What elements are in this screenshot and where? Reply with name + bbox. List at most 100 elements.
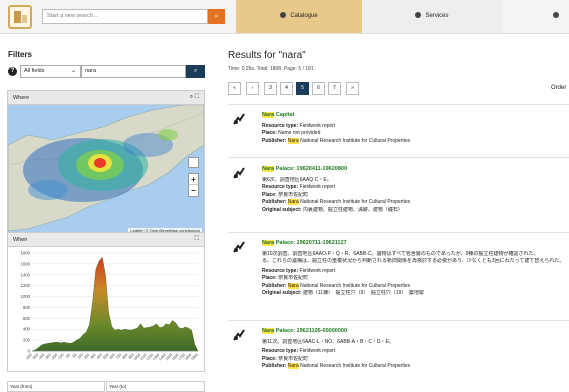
- page-button[interactable]: 7: [328, 82, 341, 95]
- result-original-subject: Original subject: 内裏建物、掘立柱建物、溝跡、建物（礎石）: [262, 207, 567, 215]
- place-value: Name not provided: [278, 130, 321, 136]
- map-view[interactable]: + − Leaflet | © OpenStreetMap contributo…: [8, 105, 204, 234]
- page-button[interactable]: 4: [280, 82, 293, 95]
- excavation-icon: [233, 329, 245, 341]
- place-value: 奈良市佐紀町: [278, 275, 309, 281]
- zoom-in-button[interactable]: +: [189, 174, 198, 185]
- y-tick-label: 1600: [21, 261, 31, 266]
- page-number: 7: [333, 85, 336, 91]
- zoom-control: + −: [188, 173, 199, 197]
- resource-type-value: Fieldwork report: [299, 184, 336, 190]
- page-number: 6: [317, 85, 320, 91]
- top-bar: Start a new search... ⌕ Catalogue Servic…: [0, 0, 569, 34]
- tab-services-label: Services: [425, 13, 449, 19]
- place-label: Place:: [262, 191, 279, 198]
- result-title[interactable]: Nara Palace: 19620411-19620800: [262, 166, 567, 174]
- page-first-label: «: [233, 85, 236, 91]
- when-chart[interactable]: 0 200 400 600 800 1000 1200 1400 1600 1800 -650 -55…: [8, 247, 204, 371]
- divider: [228, 104, 569, 105]
- excavation-icon: [233, 113, 245, 125]
- y-tick-label: 1000: [21, 294, 31, 299]
- y-tick-label: 1400: [21, 272, 31, 277]
- zoom-out-button[interactable]: −: [189, 185, 198, 196]
- original-subject-label: Original subject:: [262, 206, 303, 213]
- year-to-field[interactable]: Year (to): [106, 381, 205, 392]
- original-subject-value: 建物（11棟） 掘立柱穴（9） 掘立柱穴（19） 築地塀: [302, 290, 424, 296]
- result-title[interactable]: Nara Palace: 19621105-00000000: [262, 328, 567, 336]
- result-original-subject: Original subject: 建物（11棟） 掘立柱穴（9） 掘立柱穴（1…: [262, 290, 567, 298]
- result-resource-type: Resource type: Fieldwork report: [262, 184, 567, 192]
- y-tick-label: 400: [23, 327, 31, 332]
- fullscreen-icon[interactable]: ⛶: [195, 236, 199, 243]
- publisher-value: National Research Institute for Cultural…: [298, 199, 411, 205]
- page-button-active[interactable]: 5: [296, 82, 309, 95]
- where-label: Where: [13, 95, 30, 101]
- y-tick-label: 800: [23, 305, 31, 310]
- result-title-highlight: Nara: [262, 328, 275, 334]
- publisher-highlight: Nara: [287, 199, 299, 205]
- filters-title: Filters: [8, 50, 33, 59]
- page-button[interactable]: 3: [264, 82, 277, 95]
- original-subject-label: Original subject:: [262, 290, 303, 296]
- when-panel: When ⛶ 0 200 400 600 800 1000 1200 1400 1600 1800…: [7, 232, 205, 372]
- resource-type-value: Fieldwork report: [299, 267, 336, 274]
- result-publisher: Publisher: Nara National Research Instit…: [262, 199, 567, 207]
- page-number: 5: [301, 85, 304, 91]
- result-place: Place: 奈良市佐紀町: [262, 275, 567, 283]
- publisher-highlight: Nara: [287, 282, 299, 289]
- result-title-rest: Palace: 19621105-00000000: [274, 328, 348, 334]
- result-publisher: Publisher: Nara National Research Instit…: [262, 137, 567, 146]
- result-resource-type: Resource type: Fieldwork report: [262, 123, 567, 131]
- x-tick-label: 1950: [190, 353, 198, 361]
- resource-type-label: Resource type:: [262, 348, 300, 354]
- catalogue-icon: [280, 12, 287, 19]
- filter-search-button[interactable]: ⌕: [186, 65, 205, 78]
- publisher-value: National Research Institute for Cultural…: [298, 137, 411, 144]
- page-button[interactable]: 6: [312, 82, 325, 95]
- layers-icon[interactable]: [188, 157, 199, 168]
- publisher-label: Publisher:: [262, 363, 288, 369]
- page-number: 4: [285, 85, 288, 91]
- chevron-down-icon: ⌄: [70, 68, 76, 74]
- map-tools: ⌕ ⛶: [190, 94, 199, 101]
- page-number: 3: [269, 85, 272, 91]
- resource-type-label: Resource type:: [262, 267, 300, 274]
- tab-info[interactable]: [502, 0, 569, 33]
- result-title[interactable]: Nara Capital: [262, 112, 567, 120]
- publisher-highlight: Nara: [287, 137, 299, 144]
- tab-services[interactable]: Services: [362, 0, 502, 33]
- when-label: When: [13, 237, 28, 243]
- search-icon[interactable]: ⌕: [190, 94, 193, 100]
- tab-catalogue[interactable]: Catalogue: [236, 0, 362, 33]
- site-logo[interactable]: [8, 5, 32, 29]
- page-next-button[interactable]: »: [346, 82, 359, 95]
- page-first-button[interactable]: «: [228, 82, 241, 95]
- resource-type-label: Resource type:: [262, 122, 300, 129]
- result-title-highlight: Nara: [262, 112, 275, 118]
- global-search-button[interactable]: ⌕: [208, 9, 225, 24]
- y-tick-label: 1800: [21, 251, 31, 256]
- result-title-highlight: Nara: [262, 240, 275, 246]
- where-panel: Where ⌕ ⛶ + − Leaflet | © OpenStreetMap …: [7, 90, 205, 235]
- original-subject-value: 内裏建物、掘立柱建物、溝跡、建物（礎石）: [302, 206, 403, 213]
- when-panel-header: When ⛶: [8, 233, 204, 247]
- field-select[interactable]: All fields ⌄: [20, 65, 81, 78]
- publisher-label: Publisher:: [262, 199, 288, 205]
- fullscreen-icon[interactable]: ⛶: [195, 94, 199, 100]
- result-place: Place: 奈良市佐紀町: [262, 192, 567, 200]
- result-title[interactable]: Nara Palace: 19620711-19621127: [262, 240, 567, 248]
- global-search-input[interactable]: Start a new search...: [42, 9, 208, 24]
- page-prev-button[interactable]: ‹: [246, 82, 259, 95]
- result-publisher: Publisher: Nara National Research Instit…: [262, 282, 567, 291]
- order-label[interactable]: Order: [551, 85, 566, 91]
- publisher-label: Publisher:: [262, 137, 288, 144]
- year-from-field[interactable]: Year (from): [7, 381, 105, 392]
- publisher-value: National Research Institute for Cultural…: [298, 363, 411, 369]
- help-icon[interactable]: ?: [8, 67, 17, 76]
- result-place: Place: Name not provided: [262, 130, 567, 138]
- page-prev-label: ‹: [251, 85, 254, 91]
- query-input[interactable]: nara: [81, 65, 186, 78]
- result-place: Place: 奈良市佐紀町: [262, 356, 567, 364]
- resource-type-label: Resource type:: [262, 184, 300, 190]
- page-next-label: »: [351, 85, 354, 91]
